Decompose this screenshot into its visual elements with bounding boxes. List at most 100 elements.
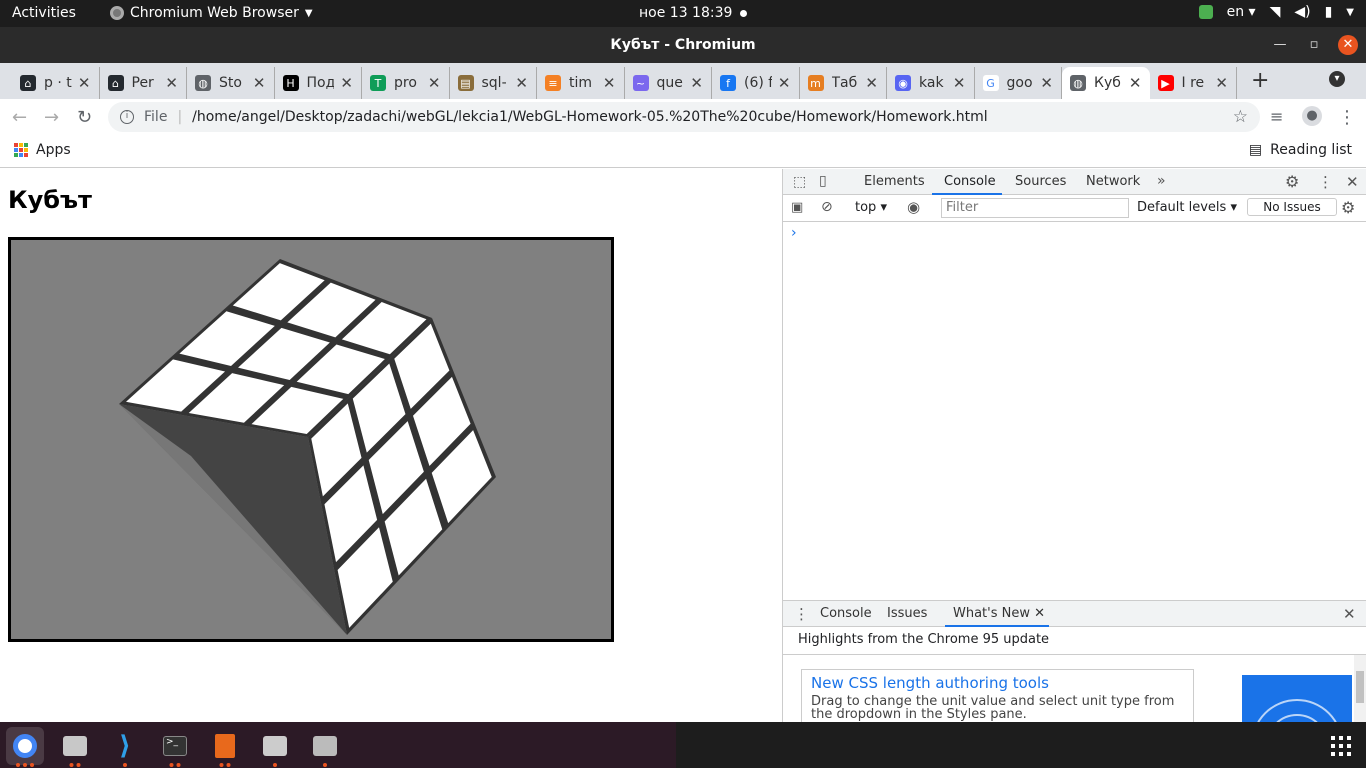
devtools-menu-icon[interactable]: ⋮ [1318, 173, 1333, 191]
tab-favicon-icon: ≡ [545, 75, 561, 91]
close-tab-icon[interactable]: ✕ [778, 74, 791, 92]
ubuntu-dock: ⟩ >_ [0, 722, 1366, 768]
page-content: Кубът [0, 169, 782, 722]
close-tab-icon[interactable]: ✕ [165, 74, 178, 92]
tab-search-button[interactable]: ▾ [1329, 71, 1345, 87]
tab-network[interactable]: Network [1086, 174, 1140, 189]
dock-vscode[interactable]: ⟩ [106, 727, 144, 767]
language-indicator[interactable]: en ▾ [1227, 4, 1256, 20]
maximize-button[interactable]: ▫ [1304, 35, 1324, 55]
browser-tab[interactable]: ≡ tim ✕ [537, 67, 625, 99]
console-prompt[interactable]: › [791, 225, 797, 241]
close-tab-icon[interactable]: ✕ [428, 74, 441, 92]
shield-icon[interactable] [1198, 5, 1213, 19]
browser-tab[interactable]: ◍ Куб ✕ [1062, 67, 1150, 99]
window-title: Кубът - Chromium [610, 37, 756, 53]
close-tab-icon[interactable]: ✕ [78, 74, 91, 92]
close-tab-icon[interactable]: ✕ [253, 74, 266, 92]
tab-sources[interactable]: Sources [1015, 174, 1066, 189]
show-applications-button[interactable] [1331, 736, 1351, 756]
dock-terminal[interactable]: >_ [156, 727, 194, 767]
drawer-menu-icon[interactable]: ⋮ [794, 605, 809, 623]
drawer-tab-issues[interactable]: Issues [887, 606, 927, 621]
device-toolbar-icon[interactable]: ▯ [819, 173, 827, 189]
tab-title: Таб [831, 75, 858, 91]
browser-tab[interactable]: ◉ kak ✕ [887, 67, 975, 99]
close-tab-icon[interactable]: ✕ [1034, 606, 1045, 621]
close-devtools-icon[interactable]: ✕ [1346, 173, 1359, 191]
app-menu-label: Chromium Web Browser [130, 5, 299, 21]
browser-tab[interactable]: Tpro ✕ [362, 67, 450, 99]
bookmark-star-icon[interactable]: ☆ [1233, 107, 1248, 127]
tab-favicon-icon: m [807, 75, 824, 91]
clock[interactable]: ное 13 18:39 [639, 5, 732, 21]
back-icon[interactable]: ← [12, 107, 27, 128]
dock-files[interactable] [56, 727, 94, 767]
reload-icon[interactable]: ↻ [77, 107, 92, 128]
close-tab-icon[interactable]: ✕ [515, 74, 528, 92]
close-tab-icon[interactable]: ✕ [690, 74, 703, 92]
feature-card[interactable]: New CSS length authoring tools Drag to c… [801, 669, 1194, 729]
browser-tab[interactable]: m Таб ✕ [800, 67, 887, 99]
tab-favicon-icon: ⌂ [107, 75, 124, 91]
browser-menu-icon[interactable]: ⋮ [1338, 107, 1356, 128]
eye-icon[interactable]: ◉ [907, 198, 920, 216]
inspect-element-icon[interactable]: ⬚ [793, 174, 806, 190]
context-selector[interactable]: top ▾ [855, 200, 887, 215]
more-tabs-icon[interactable]: » [1157, 173, 1166, 189]
browser-tab[interactable]: Ggoo ✕ [975, 67, 1062, 99]
tab-elements[interactable]: Elements [864, 174, 925, 189]
close-tab-icon[interactable]: ✕ [953, 74, 966, 92]
rubik-cube-drawing [119, 259, 496, 635]
drawer-tab-console[interactable]: Console [820, 606, 872, 621]
webgl-canvas[interactable] [8, 237, 614, 642]
minimize-button[interactable]: — [1270, 35, 1290, 55]
dock-image-viewer[interactable] [256, 727, 294, 767]
browser-tab[interactable]: H Под ✕ [275, 67, 362, 99]
forward-icon[interactable]: → [44, 107, 59, 128]
close-tab-icon[interactable]: ✕ [1040, 74, 1053, 92]
close-tab-icon[interactable]: ✕ [1129, 74, 1142, 92]
close-button[interactable]: ✕ [1338, 35, 1358, 55]
app-menu[interactable]: Chromium Web Browser ▼ [110, 5, 313, 21]
url-separator: | [177, 109, 183, 125]
sidebar-toggle-icon[interactable]: ▣ [791, 200, 803, 215]
browser-tab[interactable]: ▤ sql- ✕ [450, 67, 537, 99]
url-text[interactable]: /home/angel/Desktop/zadachi/webGL/lekcia… [192, 109, 988, 125]
info-icon[interactable]: i [120, 110, 134, 124]
dock-chromium[interactable] [6, 727, 44, 767]
gear-icon[interactable]: ⚙ [1285, 172, 1299, 191]
drawer-scrollbar[interactable] [1354, 655, 1366, 723]
clear-console-icon[interactable]: ⊘ [821, 199, 833, 215]
new-tab-button[interactable]: + [1251, 68, 1269, 93]
tab-console[interactable]: Console [944, 174, 996, 189]
browser-tab[interactable]: ⌂ p · t ✕ [12, 67, 100, 99]
profile-avatar[interactable]: ● [1302, 106, 1322, 126]
apps-shortcut[interactable]: Apps [14, 142, 71, 158]
close-tab-icon[interactable]: ✕ [865, 74, 878, 92]
reading-list-button[interactable]: ▤ Reading list [1249, 142, 1352, 158]
issues-badge[interactable]: No Issues [1247, 198, 1337, 216]
close-drawer-icon[interactable]: ✕ [1343, 605, 1356, 623]
system-tray[interactable]: en ▾ ◥ ◀) ▮ ▼ [1198, 4, 1354, 20]
scrollbar-thumb[interactable] [1356, 671, 1364, 703]
close-tab-icon[interactable]: ✕ [1215, 74, 1228, 92]
close-tab-icon[interactable]: ✕ [603, 74, 616, 92]
dock-impress[interactable] [206, 727, 244, 767]
console-filter-input[interactable]: Filter [941, 198, 1129, 218]
browser-tab[interactable]: ⌂ Per ✕ [100, 67, 187, 99]
close-tab-icon[interactable]: ✕ [340, 74, 353, 92]
log-levels-dropdown[interactable]: Default levels ▾ [1137, 200, 1237, 215]
window-titlebar: Кубът - Chromium — ▫ ✕ [0, 27, 1366, 63]
media-controls-icon[interactable]: ≡ [1270, 107, 1283, 126]
address-bar[interactable]: i File | /home/angel/Desktop/zadachi/web… [108, 102, 1260, 132]
browser-tab[interactable]: ◍ Sto ✕ [187, 67, 275, 99]
browser-tab[interactable]: ~ que ✕ [625, 67, 712, 99]
browser-tab[interactable]: ▶ I re ✕ [1150, 67, 1237, 99]
drawer-tab-whats-new[interactable]: What's New ✕ [953, 606, 1045, 621]
console-settings-icon[interactable]: ⚙ [1341, 198, 1355, 217]
activities-button[interactable]: Activities [12, 5, 76, 21]
dock-app[interactable] [306, 727, 344, 767]
browser-tab[interactable]: f (6) f ✕ [712, 67, 800, 99]
feature-card-title[interactable]: New CSS length authoring tools [811, 674, 1184, 692]
